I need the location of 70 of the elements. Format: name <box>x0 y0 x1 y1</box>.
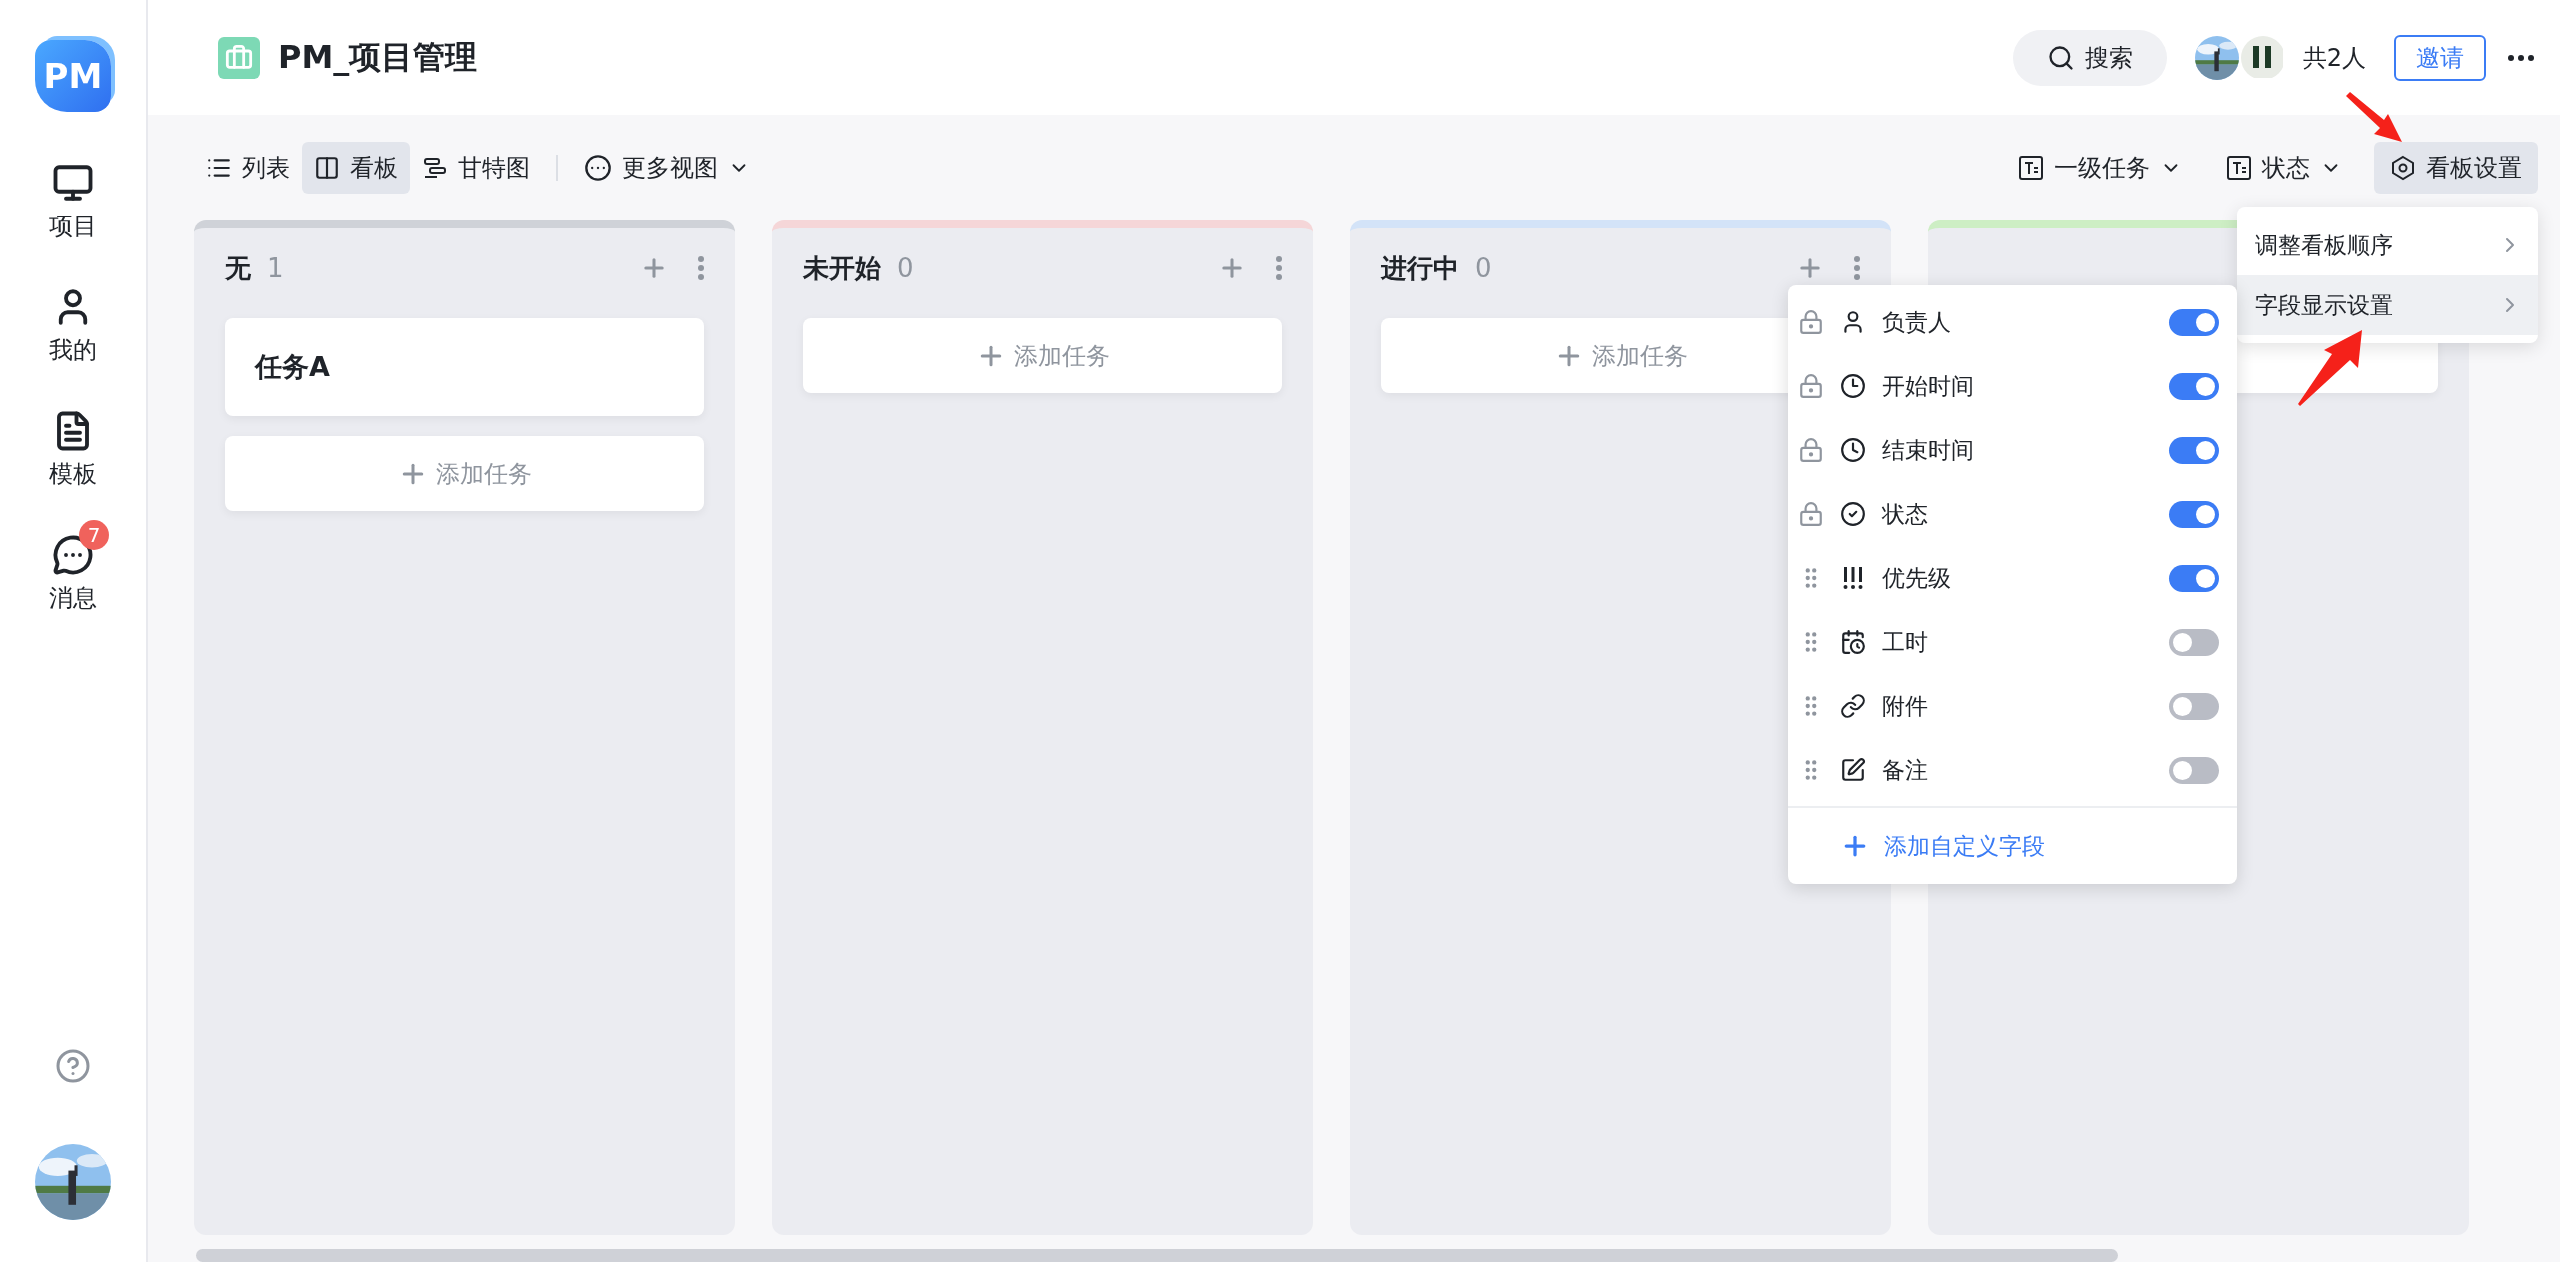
nav-label: 模板 <box>49 459 97 490</box>
more-views-button[interactable]: 更多视图 <box>572 141 762 194</box>
board-icon <box>314 154 340 181</box>
column-title: 无 <box>225 251 251 285</box>
ellipsis-icon <box>584 153 612 182</box>
annotation-arrow <box>2344 92 2404 144</box>
field-label: 状态 <box>1882 499 1929 529</box>
view-tab[interactable]: 看板 <box>302 141 410 194</box>
nav-item[interactable]: 项目 <box>37 162 109 242</box>
more-icon <box>698 256 704 280</box>
more-icon <box>2508 54 2534 61</box>
field-icon <box>1840 693 1866 719</box>
field-type-icon <box>2018 154 2044 181</box>
group-dropdown[interactable]: 一级任务 <box>2006 141 2194 194</box>
field-label: 备注 <box>1882 755 1929 785</box>
field-icon <box>1840 437 1866 463</box>
project-icon <box>218 36 260 79</box>
field-label: 工时 <box>1882 627 1929 657</box>
field-toggle[interactable] <box>2169 372 2219 400</box>
unread-badge: 7 <box>79 520 109 550</box>
nav-item[interactable]: 消息 7 <box>37 518 109 614</box>
field-label: 优先级 <box>1882 563 1952 593</box>
field-icon <box>1840 373 1866 399</box>
board-settings-button[interactable]: 看板设置 <box>2374 141 2538 194</box>
view-tab[interactable]: 甘特图 <box>410 141 542 194</box>
nav-label: 消息 <box>49 583 97 614</box>
menu-item[interactable]: 调整看板顺序 <box>2237 215 2538 275</box>
project-title: PM_项目管理 <box>278 36 479 78</box>
field-toggle[interactable] <box>2169 628 2219 656</box>
invite-button[interactable]: 邀请 <box>2394 34 2486 81</box>
view-tab[interactable]: 列表 <box>194 141 302 194</box>
help-icon[interactable] <box>55 1048 91 1084</box>
field-type-icon <box>2226 154 2252 181</box>
nav-label: 我的 <box>49 335 97 366</box>
field-toggle[interactable] <box>2169 436 2219 464</box>
column-count: 0 <box>1475 253 1493 283</box>
menu-item[interactable]: 字段显示设置 <box>2237 275 2538 335</box>
column-title: 进行中 <box>1381 251 1459 285</box>
field-label: 结束时间 <box>1882 435 1975 465</box>
column-count: 1 <box>267 253 285 283</box>
member-count: 共2人 <box>2302 42 2366 74</box>
settings-icon <box>2390 154 2416 181</box>
field-icon <box>1840 757 1866 783</box>
field-toggle[interactable] <box>2169 756 2219 784</box>
column-menu-button[interactable] <box>698 256 704 280</box>
column-menu-button[interactable] <box>1276 256 1282 280</box>
search-button[interactable]: 搜索 <box>2012 29 2167 86</box>
field-toggle[interactable] <box>2169 308 2219 336</box>
more-icon <box>1854 256 1860 280</box>
task-card[interactable]: 任务A <box>225 318 704 416</box>
monitor-icon <box>52 162 94 204</box>
column-menu-button[interactable] <box>1854 256 1860 280</box>
scrollbar[interactable] <box>196 1249 2118 1262</box>
field-toggle[interactable] <box>2169 564 2219 592</box>
field-label: 附件 <box>1882 691 1929 721</box>
nav-item[interactable]: 模板 <box>37 410 109 490</box>
more-icon <box>1276 256 1282 280</box>
field-icon <box>1840 629 1866 655</box>
field-label: 开始时间 <box>1882 371 1975 401</box>
column-count: 0 <box>897 253 915 283</box>
add-custom-field-button[interactable]: 添加自定义字段 <box>1788 808 2237 884</box>
nav-label: 项目 <box>49 211 97 242</box>
field-icon <box>1840 501 1866 527</box>
group-dropdown[interactable]: 状态 <box>2214 141 2354 194</box>
search-icon <box>2046 43 2075 72</box>
nav-item[interactable]: 我的 <box>37 286 109 366</box>
field-toggle[interactable] <box>2169 500 2219 528</box>
field-label: 负责人 <box>1882 307 1952 337</box>
column-title: 未开始 <box>803 251 881 285</box>
field-toggle[interactable] <box>2169 692 2219 720</box>
